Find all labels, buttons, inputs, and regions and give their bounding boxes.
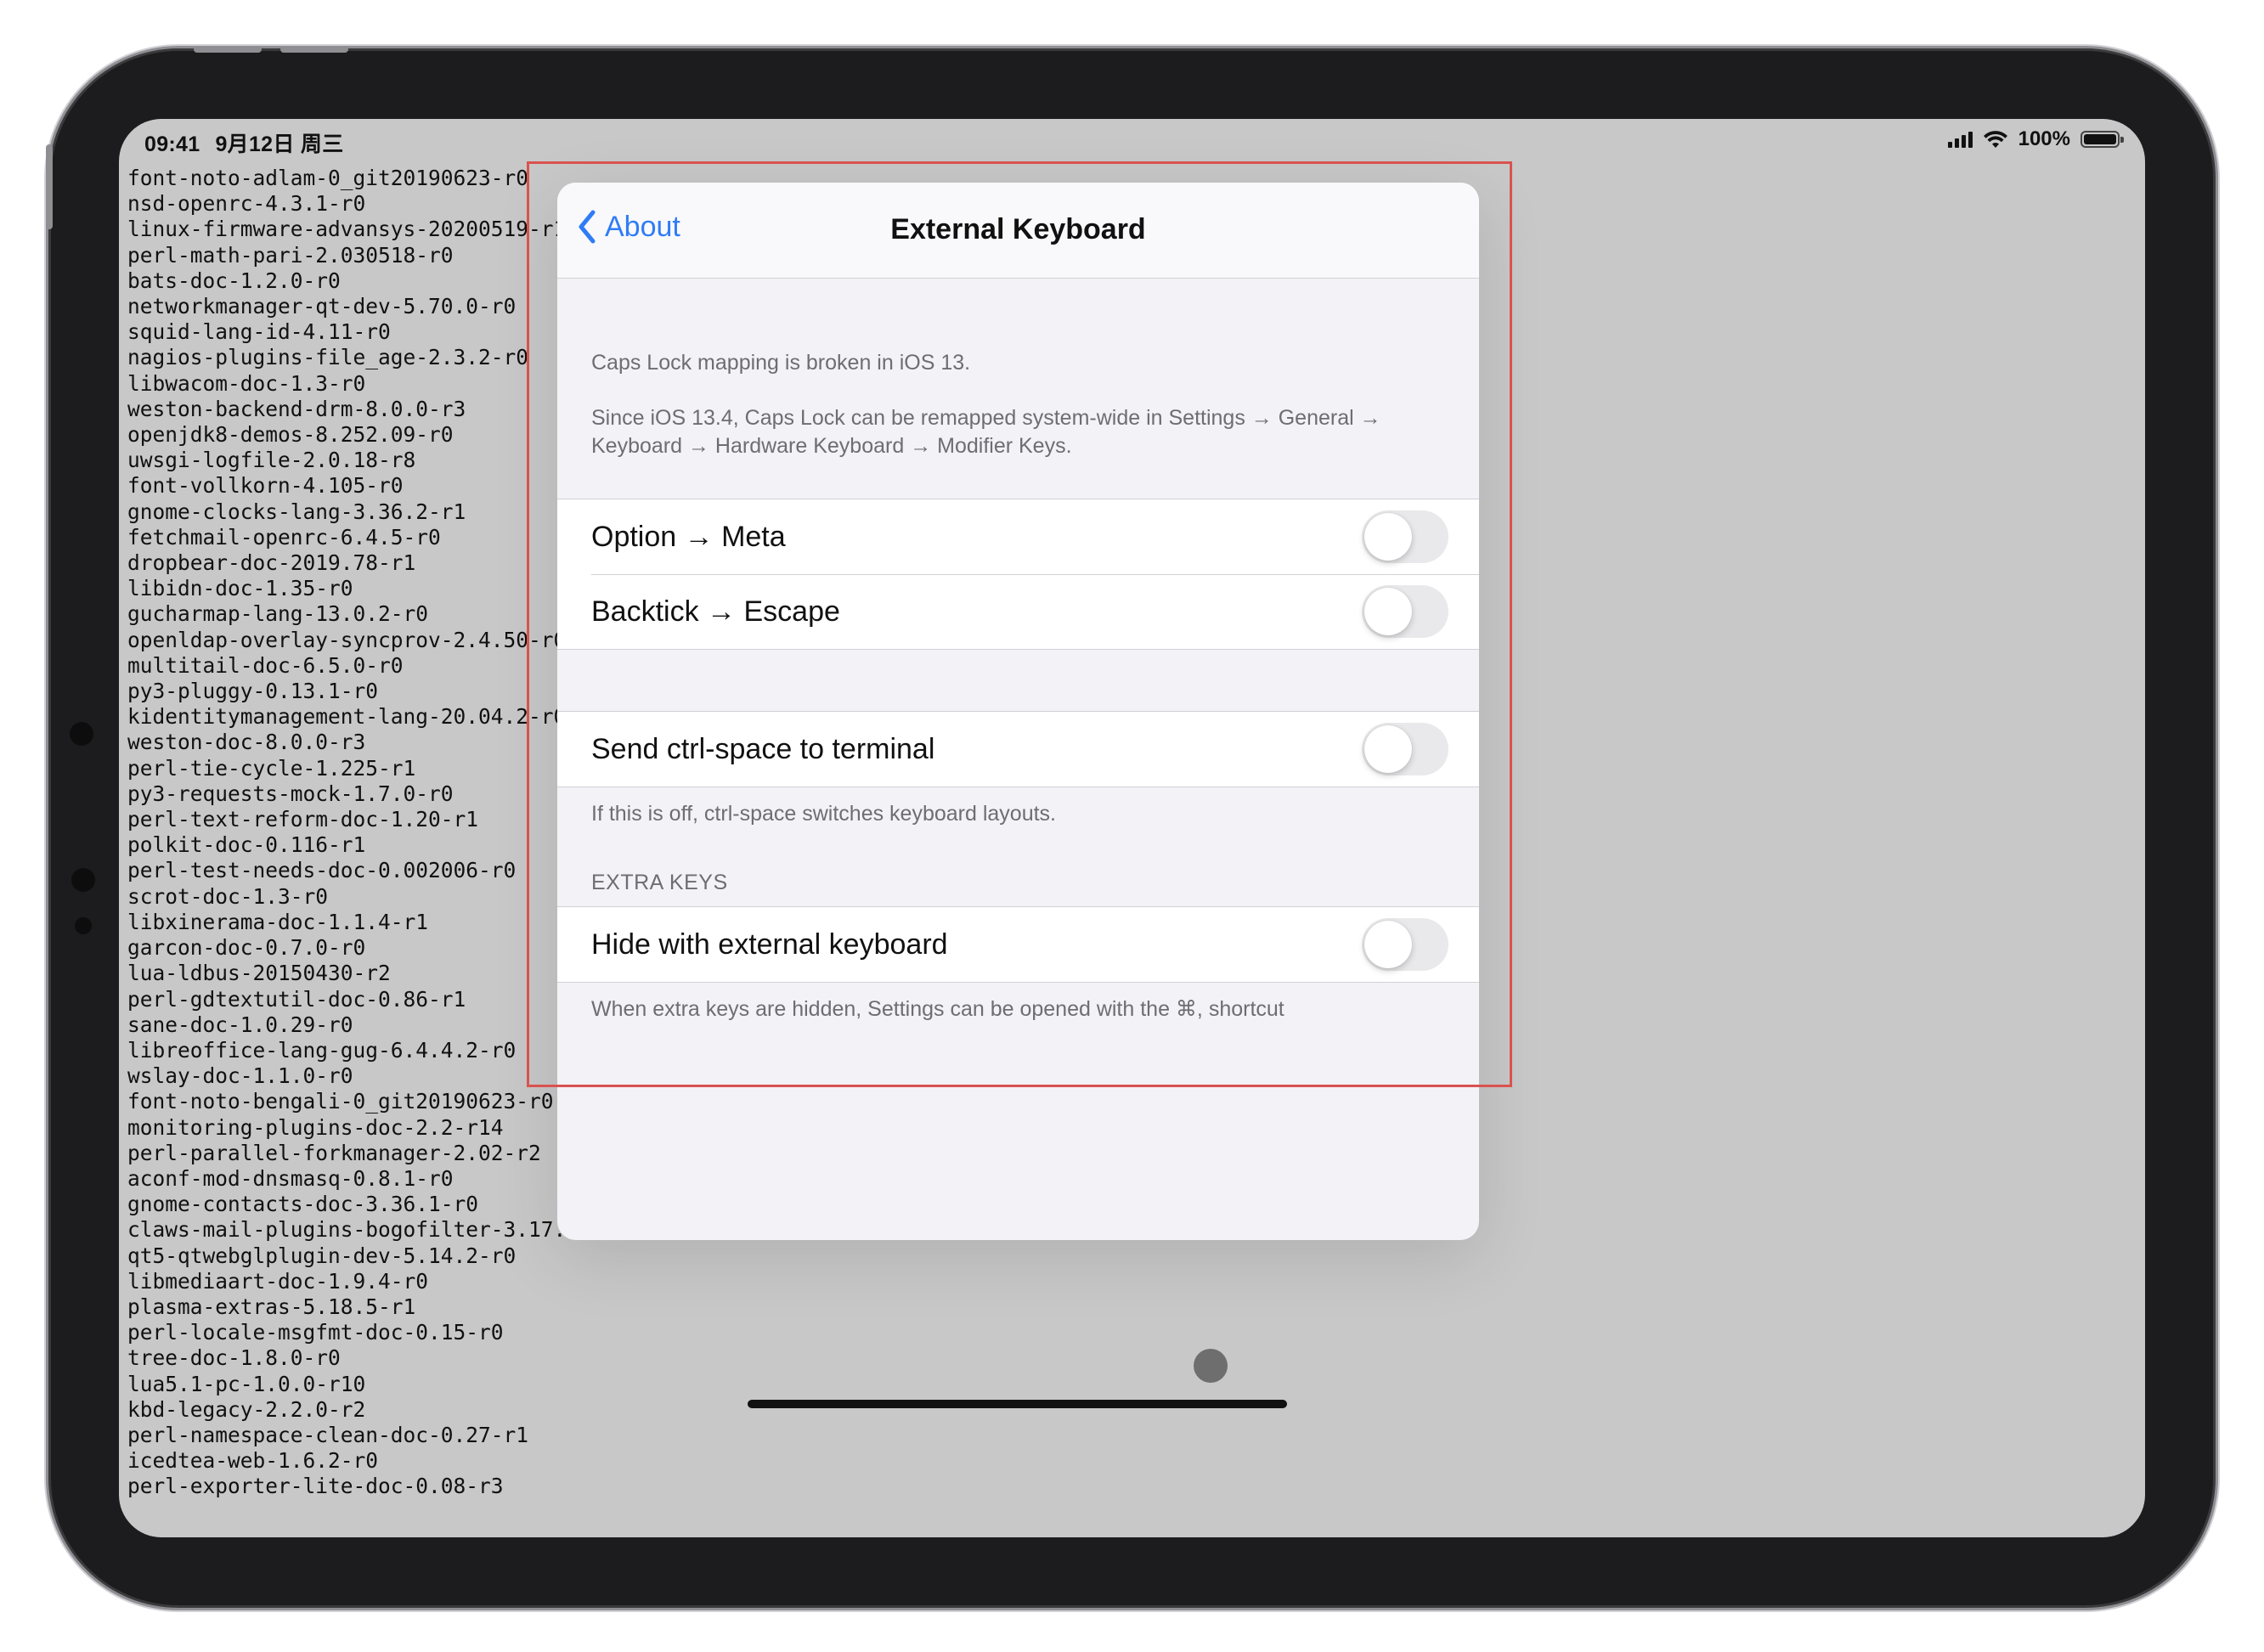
terminal-line: bats-doc-1.2.0-r0	[127, 268, 341, 293]
assistive-touch-dot[interactable]	[1194, 1349, 1228, 1383]
terminal-line: py3-pluggy-0.13.1-r0	[127, 679, 379, 704]
home-indicator[interactable]	[748, 1400, 1287, 1408]
ctrl-space-row: Send ctrl-space to terminal	[557, 712, 1479, 787]
extra-keys-footer: When extra keys are hidden, Settings can…	[591, 997, 1284, 1021]
battery-percent: 100%	[2018, 127, 2070, 150]
terminal-line: perl-namespace-clean-doc-0.27-r1	[127, 1422, 529, 1447]
terminal-line: perl-math-pari-2.030518-r0	[127, 242, 454, 268]
page-title: External Keyboard	[890, 213, 1146, 245]
caps-lock-remap-note: Since iOS 13.4, Caps Lock can be remappe…	[591, 406, 1381, 458]
ctrl-space-group: Send ctrl-space to terminal	[557, 711, 1479, 787]
toggle-knob	[1364, 725, 1412, 773]
terminal-line: sane-doc-1.0.29-r0	[127, 1012, 353, 1037]
terminal-line: gnome-clocks-lang-3.36.2-r1	[127, 499, 466, 524]
terminal-line: font-noto-bengali-0_git20190623-r0	[127, 1089, 554, 1114]
sensor-dot	[75, 917, 92, 934]
power-button	[46, 144, 53, 229]
terminal-line: networkmanager-qt-dev-5.70.0-r0	[127, 294, 517, 319]
wifi-icon	[1983, 131, 2007, 148]
terminal-line: aconf-mod-dnsmasq-0.8.1-r0	[127, 1165, 454, 1191]
terminal-line: garcon-doc-0.7.0-r0	[127, 935, 366, 961]
hide-extra-keys-toggle[interactable]	[1362, 918, 1448, 971]
camera-lens	[71, 868, 95, 892]
sensor-dot	[70, 722, 93, 746]
terminal-line: squid-lang-id-4.11-r0	[127, 319, 391, 345]
terminal-line: perl-tie-cycle-1.225-r1	[127, 755, 416, 781]
hide-extra-keys-label: Hide with external keyboard	[591, 927, 948, 961]
terminal-line: plasma-extras-5.18.5-r1	[127, 1294, 416, 1319]
terminal-line: tree-doc-1.8.0-r0	[127, 1345, 341, 1371]
backtick-escape-label: Backtick → Escape	[591, 595, 840, 628]
terminal-line: perl-locale-msgfmt-doc-0.15-r0	[127, 1320, 504, 1345]
terminal-line: icedtea-web-1.6.2-r0	[127, 1448, 379, 1474]
terminal-line: openjdk8-demos-8.252.09-r0	[127, 422, 454, 448]
ctrl-space-label: Send ctrl-space to terminal	[591, 732, 935, 765]
terminal-line: openldap-overlay-syncprov-2.4.50-r0	[127, 627, 567, 652]
toggle-knob	[1364, 921, 1412, 968]
terminal-line: qt5-qtwebglplugin-dev-5.14.2-r0	[127, 1243, 517, 1268]
ctrl-space-footer: If this is off, ctrl-space switches keyb…	[591, 802, 1056, 826]
terminal-line: nagios-plugins-file_age-2.3.2-r0	[127, 345, 529, 370]
settings-sheet: About External Keyboard Caps Lock mappin…	[557, 183, 1479, 1240]
terminal-line: scrot-doc-1.3-r0	[127, 883, 329, 909]
volume-button	[280, 46, 348, 53]
option-meta-toggle[interactable]	[1362, 510, 1448, 563]
terminal-line: monitoring-plugins-doc-2.2-r14	[127, 1114, 504, 1140]
toggle-knob	[1364, 588, 1412, 635]
caps-lock-note: Caps Lock mapping is broken in iOS 13.	[591, 351, 971, 375]
terminal-line: font-noto-adlam-0_git20190623-r0	[127, 166, 529, 190]
terminal-line: perl-exporter-lite-doc-0.08-r3	[127, 1474, 504, 1499]
backtick-escape-toggle[interactable]	[1362, 585, 1448, 638]
cellular-signal-icon	[1947, 131, 1973, 148]
terminal-line: wslay-doc-1.1.0-r0	[127, 1063, 353, 1089]
terminal-line: libreoffice-lang-gug-6.4.4.2-r0	[127, 1037, 517, 1063]
terminal-line: perl-test-needs-doc-0.002006-r0	[127, 858, 517, 883]
terminal-line: perl-text-reform-doc-1.20-r1	[127, 807, 479, 832]
terminal-line: kidentitymanagement-lang-20.04.2-r0	[127, 704, 567, 730]
status-bar-right: 100%	[1947, 127, 2124, 151]
terminal-line: dropbear-doc-2019.78-r1	[127, 550, 416, 576]
terminal-line: perl-parallel-forkmanager-2.02-r2	[127, 1140, 541, 1165]
ctrl-space-toggle[interactable]	[1362, 723, 1448, 775]
status-bar-left: 09:41 9月12日 周三	[144, 127, 359, 158]
terminal-line: linux-firmware-advansys-20200519-r1	[127, 217, 567, 242]
terminal-line: weston-doc-8.0.0-r3	[127, 730, 366, 755]
terminal-line: nsd-openrc-4.3.1-r0	[127, 191, 366, 217]
terminal-line: libwacom-doc-1.3-r0	[127, 370, 366, 396]
status-date: 9月12日 周三	[215, 132, 344, 156]
terminal-line: py3-requests-mock-1.7.0-r0	[127, 781, 454, 806]
volume-button	[194, 46, 262, 53]
terminal-line: perl-gdtextutil-doc-0.86-r1	[127, 986, 466, 1012]
option-meta-row: Option → Meta	[557, 499, 1479, 574]
status-time: 09:41	[144, 132, 200, 156]
terminal-line: libidn-doc-1.35-r0	[127, 576, 353, 601]
hide-extra-keys-row: Hide with external keyboard	[557, 907, 1479, 982]
terminal-line: weston-backend-drm-8.0.0-r3	[127, 396, 466, 421]
terminal-line: fetchmail-openrc-6.4.5-r0	[127, 524, 441, 550]
navigation-bar: About External Keyboard	[557, 183, 1479, 279]
terminal-line: gnome-contacts-doc-3.36.1-r0	[127, 1192, 479, 1217]
terminal-line: multitail-doc-6.5.0-r0	[127, 652, 404, 678]
terminal-line: lua5.1-pc-1.0.0-r10	[127, 1371, 366, 1396]
toggle-knob	[1364, 513, 1412, 561]
extra-keys-header: EXTRA KEYS	[591, 871, 728, 894]
terminal-line: polkit-doc-0.116-r1	[127, 832, 366, 858]
terminal-line: uwsgi-logfile-2.0.18-r8	[127, 448, 416, 473]
battery-icon	[2081, 131, 2124, 148]
terminal-line: lua-ldbus-20150430-r2	[127, 961, 391, 986]
modifier-keys-group: Option → Meta Backtick → Escape	[557, 499, 1479, 650]
terminal-output[interactable]: font-noto-adlam-0_git20190623-r0 nsd-open…	[127, 166, 616, 1500]
backtick-escape-row: Backtick → Escape	[557, 574, 1479, 649]
option-meta-label: Option → Meta	[591, 520, 786, 553]
terminal-line: libmediaart-doc-1.9.4-r0	[127, 1268, 429, 1294]
extra-keys-group: Hide with external keyboard	[557, 906, 1479, 983]
terminal-line: gucharmap-lang-13.0.2-r0	[127, 601, 429, 627]
terminal-line: libxinerama-doc-1.1.4-r1	[127, 909, 429, 934]
terminal-line: claws-mail-plugins-bogofilter-3.17.7-r0	[127, 1217, 617, 1243]
terminal-line: kbd-legacy-2.2.0-r2	[127, 1396, 366, 1422]
terminal-line: font-vollkorn-4.105-r0	[127, 473, 404, 499]
